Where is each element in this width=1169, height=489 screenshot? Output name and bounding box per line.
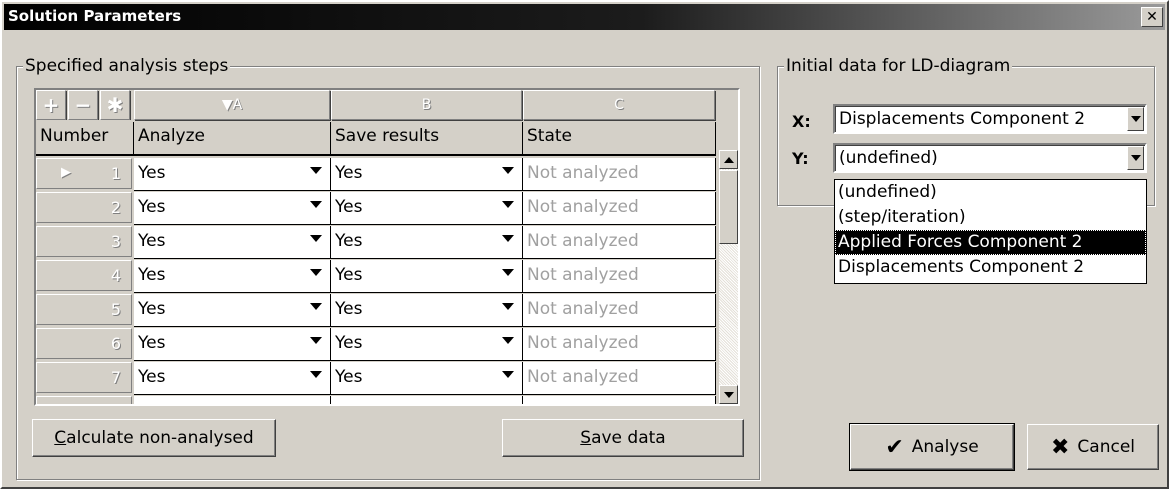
state-cell: Not analyzed: [523, 294, 716, 327]
cross-icon: ✖: [1050, 434, 1070, 460]
row-number[interactable]: 6: [36, 328, 132, 359]
analyze-cell[interactable]: Yes: [134, 192, 331, 225]
dropdown-option-selected[interactable]: Applied Forces Component 2: [835, 230, 1146, 255]
row-number[interactable]: 2: [36, 192, 132, 223]
cancel-button[interactable]: ✖ Cancel: [1027, 424, 1159, 470]
scroll-thumb[interactable]: [719, 170, 738, 244]
current-row-arrow-icon: ▶: [61, 165, 71, 180]
dropdown-arrow-icon[interactable]: [502, 235, 514, 242]
save-data-button[interactable]: Save data: [502, 419, 744, 457]
select-all-icon[interactable]: ✱: [100, 90, 130, 120]
save-results-cell[interactable]: [331, 396, 523, 404]
analyse-button[interactable]: ✔ Analyse: [849, 423, 1015, 471]
column-header-number: Number: [36, 122, 134, 156]
add-row-icon[interactable]: +: [36, 90, 66, 120]
row-number[interactable]: 3: [36, 226, 132, 257]
dropdown-option[interactable]: (undefined): [835, 180, 1146, 205]
state-cell: Not analyzed: [523, 192, 716, 225]
analysis-steps-grid: + − ✱ ▼A B C Number Analyze Save results…: [34, 88, 740, 406]
save-results-cell[interactable]: Yes: [331, 260, 523, 293]
delete-row-icon[interactable]: −: [68, 90, 98, 120]
state-cell: [523, 396, 716, 404]
chevron-down-icon[interactable]: [1127, 107, 1144, 131]
checkmark-icon: ✔: [885, 434, 904, 460]
dropdown-arrow-icon[interactable]: [502, 303, 514, 310]
analyze-cell[interactable]: Yes: [134, 226, 331, 259]
column-letter-c[interactable]: C: [523, 90, 715, 120]
analyze-cell[interactable]: Yes: [134, 260, 331, 293]
dropdown-arrow-icon[interactable]: [310, 337, 322, 344]
y-axis-label: Y:: [792, 149, 809, 168]
close-icon[interactable]: ✕: [1141, 7, 1163, 27]
dropdown-arrow-icon[interactable]: [502, 337, 514, 344]
state-cell: Not analyzed: [523, 226, 716, 259]
row-number[interactable]: 4: [36, 260, 132, 291]
save-results-cell[interactable]: Yes: [331, 362, 523, 395]
solution-parameters-window: Solution Parameters ✕ Specified analysis…: [0, 0, 1169, 489]
column-letter-a[interactable]: ▼A: [134, 90, 330, 120]
row-number[interactable]: ▶ 1: [36, 158, 132, 189]
chevron-down-icon[interactable]: [1127, 146, 1144, 170]
column-letter-b[interactable]: B: [331, 90, 522, 120]
row-number[interactable]: 5: [36, 294, 132, 325]
dropdown-arrow-icon[interactable]: [310, 167, 322, 174]
state-cell: Not analyzed: [523, 260, 716, 293]
grid-toolbar: + − ✱: [36, 90, 132, 120]
dropdown-arrow-icon[interactable]: [310, 269, 322, 276]
save-results-cell[interactable]: Yes: [331, 158, 523, 191]
y-axis-dropdown-list[interactable]: (undefined) (step/iteration) Applied For…: [834, 179, 1147, 284]
analyze-cell[interactable]: Yes: [134, 362, 331, 395]
dropdown-arrow-icon[interactable]: [310, 303, 322, 310]
analyze-cell[interactable]: Yes: [134, 294, 331, 327]
dropdown-arrow-icon[interactable]: [502, 167, 514, 174]
column-header-state: State: [523, 122, 716, 156]
column-header-save-results: Save results: [331, 122, 523, 156]
dropdown-arrow-icon[interactable]: [502, 371, 514, 378]
window-title: Solution Parameters: [8, 7, 182, 25]
dropdown-arrow-icon[interactable]: [310, 371, 322, 378]
x-axis-label: X:: [792, 112, 811, 131]
dropdown-arrow-icon[interactable]: [310, 201, 322, 208]
save-results-cell[interactable]: Yes: [331, 294, 523, 327]
save-results-cell[interactable]: Yes: [331, 192, 523, 225]
y-axis-select[interactable]: (undefined): [833, 143, 1147, 173]
row-number[interactable]: 7: [36, 362, 132, 393]
dropdown-option[interactable]: (step/iteration): [835, 205, 1146, 230]
dropdown-option[interactable]: Displacements Component 2: [835, 255, 1146, 280]
analyze-cell[interactable]: Yes: [134, 328, 331, 361]
state-cell: Not analyzed: [523, 328, 716, 361]
state-cell: Not analyzed: [523, 362, 716, 395]
scroll-up-icon[interactable]: [719, 150, 738, 169]
vertical-scrollbar[interactable]: [719, 150, 738, 404]
column-header-analyze: Analyze: [134, 122, 331, 156]
save-results-cell[interactable]: Yes: [331, 226, 523, 259]
title-bar[interactable]: Solution Parameters ✕: [4, 4, 1165, 30]
dropdown-arrow-icon[interactable]: [502, 269, 514, 276]
calculate-non-analysed-button[interactable]: Calculate non-analysed: [32, 419, 276, 457]
save-results-cell[interactable]: Yes: [331, 328, 523, 361]
ld-diagram-group-label: Initial data for LD-diagram: [784, 56, 1013, 76]
scroll-down-icon[interactable]: [719, 385, 738, 404]
dropdown-arrow-icon[interactable]: [502, 201, 514, 208]
x-axis-select[interactable]: Displacements Component 2: [833, 104, 1147, 134]
row-number[interactable]: [36, 396, 132, 404]
analyze-cell[interactable]: [134, 396, 331, 404]
analysis-steps-group-label: Specified analysis steps: [23, 56, 231, 76]
dropdown-arrow-icon[interactable]: [310, 235, 322, 242]
analyze-cell[interactable]: Yes: [134, 158, 331, 191]
state-cell: Not analyzed: [523, 158, 716, 191]
